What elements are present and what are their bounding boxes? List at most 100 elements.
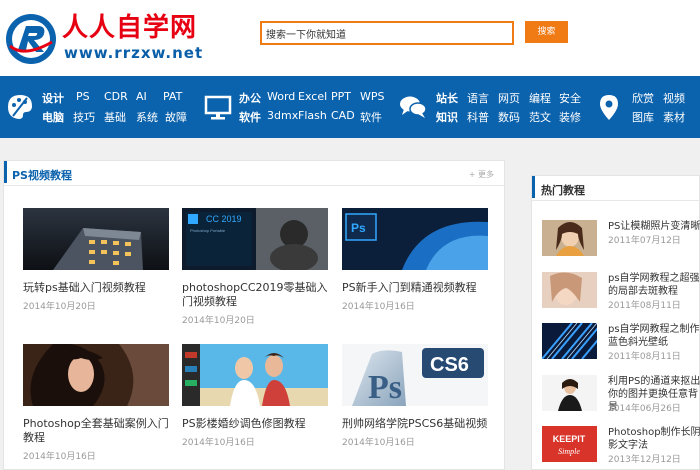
nav-item[interactable]: 安全 xyxy=(559,90,589,106)
ps-logo-text: Ps xyxy=(368,369,402,406)
logo-domain-text: www.rrzxw.net xyxy=(64,44,204,62)
nav-item[interactable]: 软件 xyxy=(239,109,267,125)
nav-item[interactable]: 欣赏 xyxy=(632,90,663,106)
hot-tutorial-item[interactable]: KEEPIT Simple Photoshop制作长阴影文字法 2013年12月… xyxy=(542,426,700,466)
nav-item[interactable]: WPS xyxy=(360,90,390,106)
nav-row-bottom: 图库 素材 xyxy=(632,109,693,125)
hot-tutorial-date: 2014年06月26日 xyxy=(608,404,681,414)
tutorial-card[interactable]: 玩转ps基础入门视频教程 2014年10月20日 xyxy=(23,208,173,312)
hot-tutorial-thumbnail[interactable] xyxy=(542,220,597,256)
more-link[interactable]: + 更多 xyxy=(469,169,494,180)
nav-item[interactable]: Word xyxy=(267,90,298,106)
search-button[interactable]: 搜索 xyxy=(525,21,568,43)
tutorial-card[interactable]: Photoshop全套基础案例入门教程 2014年10月16日 xyxy=(23,343,173,462)
nav-item[interactable]: 办公 xyxy=(239,90,267,106)
tutorial-title[interactable]: PS新手入门到精通视频教程 xyxy=(342,281,492,295)
nav-item[interactable]: PPT xyxy=(331,90,360,106)
nav-group-gallery: 欣赏 视频 图库 素材 xyxy=(594,76,700,138)
tutorial-card[interactable]: Ps CS6 刑帅网络学院PSCS6基础视频 2014年10月16日 xyxy=(342,344,492,448)
main-nav: 设计 PS CDR AI PAT 电脑 技巧 基础 系统 故障 办公 Word … xyxy=(0,76,700,138)
tutorial-card[interactable]: CC 2019 Photoshop Portable photoshopCC20… xyxy=(182,208,332,326)
nav-item[interactable]: 素材 xyxy=(663,109,693,125)
tutorial-title[interactable]: photoshopCC2019零基础入门视频教程 xyxy=(182,281,332,309)
nav-item[interactable]: 3dmx xyxy=(267,109,298,125)
nav-item[interactable]: 电脑 xyxy=(42,109,73,125)
site-logo[interactable]: 人人自学网 www.rrzxw.net xyxy=(4,12,202,66)
hot-tutorial-item[interactable]: ps自学网教程之超强的局部去斑教程 2011年08月11日 xyxy=(542,272,700,312)
panel-accent-bar xyxy=(4,161,7,183)
nav-item[interactable]: 装修 xyxy=(559,109,589,125)
plus-icon: + xyxy=(468,170,476,179)
nav-item[interactable]: 技巧 xyxy=(73,109,104,125)
hot-tutorial-thumbnail[interactable] xyxy=(542,272,597,308)
nav-item[interactable]: PAT xyxy=(163,90,193,106)
ps-video-tutorials-panel: PS视频教程 + 更多 玩转ps基础入门视频教程 2014年10月20日 CC … xyxy=(3,160,505,470)
nav-item[interactable]: 基础 xyxy=(104,109,136,125)
tutorial-date: 2014年10月16日 xyxy=(23,452,96,462)
chat-icon xyxy=(400,96,427,118)
tutorial-thumbnail[interactable]: Ps xyxy=(342,208,488,270)
tutorial-card[interactable]: PS影楼婚纱调色修图教程 2014年10月16日 xyxy=(182,344,332,448)
tutorial-thumbnail[interactable] xyxy=(23,343,169,406)
photoshop-portable-label: Photoshop Portable xyxy=(190,228,226,233)
nav-item[interactable]: AI xyxy=(136,90,163,106)
hot-tutorial-thumbnail[interactable] xyxy=(542,323,597,359)
hot-tutorial-thumbnail[interactable]: KEEPIT Simple xyxy=(542,426,597,462)
nav-item[interactable]: 编程 xyxy=(529,90,559,106)
nav-item[interactable]: 软件 xyxy=(360,109,390,125)
tutorial-date: 2014年10月20日 xyxy=(182,316,255,326)
nav-item[interactable]: 图库 xyxy=(632,109,663,125)
keepit-text: KEEPIT xyxy=(553,434,586,444)
nav-item[interactable]: 站长 xyxy=(436,90,467,106)
nav-row-top: 站长 语言 网页 编程 安全 xyxy=(436,90,589,106)
tutorial-date: 2014年10月20日 xyxy=(23,302,96,312)
nav-item[interactable]: PS xyxy=(76,90,104,106)
hot-tutorial-date: 2013年12月12日 xyxy=(608,455,681,465)
hot-tutorial-title[interactable]: ps自学网教程之超强的局部去斑教程 xyxy=(608,272,700,298)
nav-item[interactable]: 知识 xyxy=(436,109,467,125)
hot-tutorial-item[interactable]: ps自学网教程之制作蓝色斜光壁纸 2011年08月11日 xyxy=(542,323,700,363)
tutorial-date: 2014年10月16日 xyxy=(342,302,415,312)
tutorial-title[interactable]: 刑帅网络学院PSCS6基础视频 xyxy=(342,417,492,431)
nav-row-bottom: 电脑 技巧 基础 系统 故障 xyxy=(42,109,195,125)
nav-item[interactable]: CDR xyxy=(104,90,136,106)
palette-icon xyxy=(8,95,32,119)
nav-item[interactable]: 语言 xyxy=(467,90,498,106)
hot-tutorial-item[interactable]: PS让模糊照片变清晰 2011年07月12日 xyxy=(542,220,700,260)
tutorial-title[interactable]: Photoshop全套基础案例入门教程 xyxy=(23,417,173,445)
cs6-label: CS6 xyxy=(430,354,469,376)
tutorial-title[interactable]: 玩转ps基础入门视频教程 xyxy=(23,281,173,295)
location-pin-icon xyxy=(600,95,618,120)
tutorial-thumbnail[interactable]: Ps CS6 xyxy=(342,344,488,406)
tutorial-thumbnail[interactable] xyxy=(23,208,169,270)
nav-item[interactable]: 故障 xyxy=(165,109,195,125)
nav-item[interactable]: 数码 xyxy=(498,109,529,125)
site-header: 人人自学网 www.rrzxw.net 搜索 xyxy=(0,0,700,76)
hot-tutorial-title[interactable]: Photoshop制作长阴影文字法 xyxy=(608,426,700,452)
nav-item[interactable]: 系统 xyxy=(136,109,165,125)
nav-item[interactable]: 视频 xyxy=(663,90,693,106)
hot-tutorial-date: 2011年08月11日 xyxy=(608,352,681,362)
nav-item[interactable]: 网页 xyxy=(498,90,529,106)
nav-item[interactable]: Excel xyxy=(298,90,331,106)
tutorial-title[interactable]: PS影楼婚纱调色修图教程 xyxy=(182,417,332,431)
search-input[interactable] xyxy=(260,21,514,45)
nav-item[interactable]: 设计 xyxy=(42,90,76,106)
tutorial-card[interactable]: Ps PS新手入门到精通视频教程 2014年10月16日 xyxy=(342,208,492,312)
nav-item[interactable]: CAD xyxy=(331,109,360,125)
logo-chinese-text: 人人自学网 xyxy=(62,13,198,43)
hot-tutorial-title[interactable]: PS让模糊照片变清晰 xyxy=(608,220,700,233)
simple-text: Simple xyxy=(558,447,580,456)
nav-item[interactable]: 范文 xyxy=(529,109,559,125)
cc-version-label: CC 2019 xyxy=(206,214,242,224)
nav-item[interactable]: 科普 xyxy=(467,109,498,125)
panel-accent-bar xyxy=(532,176,535,198)
nav-group-office: 办公 Word Excel PPT WPS 软件 3dmx Flash CAD … xyxy=(200,76,390,138)
tutorial-thumbnail[interactable]: CC 2019 Photoshop Portable xyxy=(182,208,328,272)
hot-tutorial-title[interactable]: ps自学网教程之制作蓝色斜光壁纸 xyxy=(608,323,700,349)
hot-tutorial-thumbnail[interactable] xyxy=(542,375,597,411)
tutorial-thumbnail[interactable] xyxy=(182,344,328,406)
hot-tutorial-item[interactable]: 利用PS的通道来抠出你的图并更换任意背景 2014年06月26日 xyxy=(542,375,700,415)
nav-item[interactable]: Flash xyxy=(298,109,331,125)
panel-divider xyxy=(532,200,700,201)
